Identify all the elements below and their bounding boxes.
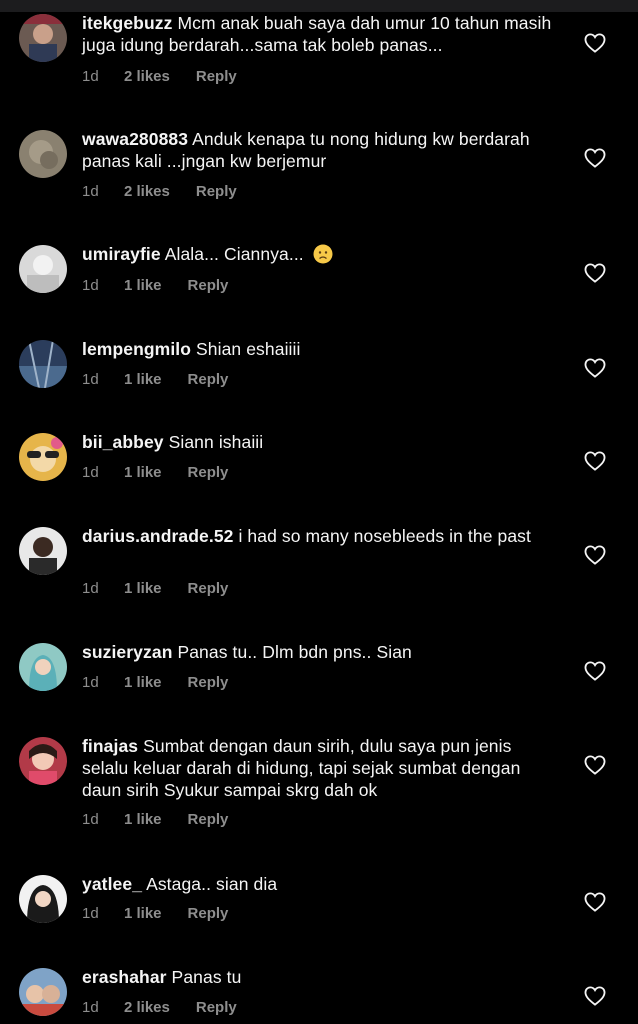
comment-time: 1d [82, 580, 99, 597]
comment-time: 1d [82, 183, 99, 200]
heart-outline-icon[interactable] [584, 755, 606, 775]
comment-likes[interactable]: 1 like [124, 674, 162, 691]
reply-button[interactable]: Reply [196, 68, 237, 85]
comment-meta: 1d 1 like Reply [82, 371, 228, 388]
comment-text: suzieryzan Panas tu.. Dlm bdn pns.. Sian [82, 641, 562, 663]
comment-username[interactable]: lempengmilo [82, 339, 191, 359]
comment-username[interactable]: finajas [82, 736, 138, 756]
comment-body: Alala... Ciannya... [164, 244, 304, 264]
comment-meta: 1d 2 likes Reply [82, 999, 237, 1016]
avatar[interactable] [19, 245, 67, 293]
comment-meta: 1d 2 likes Reply [82, 183, 237, 200]
comment-username[interactable]: suzieryzan [82, 642, 172, 662]
avatar[interactable] [19, 968, 67, 1016]
comment-meta: 1d 1 like Reply [82, 464, 228, 481]
comment-text: yatlee_ Astaga.. sian dia [82, 873, 562, 895]
comment-username[interactable]: erashahar [82, 967, 167, 987]
reply-button[interactable]: Reply [188, 811, 229, 828]
comment-likes[interactable]: 2 likes [124, 68, 170, 85]
comment-likes[interactable]: 1 like [124, 580, 162, 597]
comment-time: 1d [82, 371, 99, 388]
comment-likes[interactable]: 2 likes [124, 183, 170, 200]
heart-outline-icon[interactable] [584, 986, 606, 1006]
avatar[interactable] [19, 737, 67, 785]
avatar[interactable] [19, 130, 67, 178]
comment-time: 1d [82, 905, 99, 922]
comment-meta: 1d 1 like Reply [82, 277, 228, 294]
comment-text: wawa280883 Anduk kenapa tu nong hidung k… [82, 128, 562, 172]
avatar[interactable] [19, 527, 67, 575]
status-bar-strip [0, 0, 638, 12]
comment-meta: 1d 1 like Reply [82, 580, 228, 597]
reply-button[interactable]: Reply [188, 277, 229, 294]
comment-body: Panas tu [171, 967, 242, 987]
comment-text: finajas Sumbat dengan daun sirih, dulu s… [82, 735, 562, 801]
comment-meta: 1d 2 likes Reply [82, 68, 237, 85]
comment-meta: 1d 1 like Reply [82, 811, 228, 828]
comment-text: lempengmilo Shian eshaiiii [82, 338, 562, 360]
comment-time: 1d [82, 464, 99, 481]
avatar[interactable] [19, 433, 67, 481]
comment-likes[interactable]: 2 likes [124, 999, 170, 1016]
comment-meta: 1d 1 like Reply [82, 674, 228, 691]
comment-likes[interactable]: 1 like [124, 371, 162, 388]
reply-button[interactable]: Reply [188, 464, 229, 481]
heart-outline-icon[interactable] [584, 263, 606, 283]
comment-likes[interactable]: 1 like [124, 277, 162, 294]
comment-text: bii_abbey Siann ishaiii [82, 431, 562, 453]
reply-button[interactable]: Reply [196, 183, 237, 200]
comment-time: 1d [82, 277, 99, 294]
comment-username[interactable]: itekgebuzz [82, 13, 172, 33]
reply-button[interactable]: Reply [188, 674, 229, 691]
heart-outline-icon[interactable] [584, 661, 606, 681]
heart-outline-icon[interactable] [584, 33, 606, 53]
reply-button[interactable]: Reply [196, 999, 237, 1016]
avatar[interactable] [19, 643, 67, 691]
comment-time: 1d [82, 674, 99, 691]
comment-text: umirayfie Alala... Ciannya... [82, 243, 562, 265]
comment-username[interactable]: yatlee_ [82, 874, 142, 894]
comment-body: Shian eshaiiii [196, 339, 301, 359]
heart-outline-icon[interactable] [584, 451, 606, 471]
comment-likes[interactable]: 1 like [124, 905, 162, 922]
comment-time: 1d [82, 68, 99, 85]
comment-body: Panas tu.. Dlm bdn pns.. Sian [177, 642, 412, 662]
avatar[interactable] [19, 875, 67, 923]
comment-meta: 1d 1 like Reply [82, 905, 228, 922]
comment-username[interactable]: darius.andrade.52 [82, 526, 233, 546]
heart-outline-icon[interactable] [584, 892, 606, 912]
comment-time: 1d [82, 999, 99, 1016]
comment-body: Siann ishaiii [168, 432, 264, 452]
comment-body: i had so many nosebleeds in the past [238, 526, 531, 546]
reply-button[interactable]: Reply [188, 580, 229, 597]
comment-body: Astaga.. sian dia [146, 874, 278, 894]
comment-likes[interactable]: 1 like [124, 811, 162, 828]
comment-username[interactable]: bii_abbey [82, 432, 164, 452]
heart-outline-icon[interactable] [584, 148, 606, 168]
worried-face-emoji [313, 244, 333, 264]
reply-button[interactable]: Reply [188, 371, 229, 388]
comment-likes[interactable]: 1 like [124, 464, 162, 481]
comment-text: darius.andrade.52 i had so many noseblee… [82, 525, 562, 547]
reply-button[interactable]: Reply [188, 905, 229, 922]
comment-text: itekgebuzz Mcm anak buah saya dah umur 1… [82, 12, 562, 56]
avatar[interactable] [19, 14, 67, 62]
comment-text: erashahar Panas tu [82, 966, 562, 988]
comment-username[interactable]: umirayfie [82, 244, 161, 264]
avatar[interactable] [19, 340, 67, 388]
comment-body: Sumbat dengan daun sirih, dulu saya pun … [82, 736, 521, 800]
comment-username[interactable]: wawa280883 [82, 129, 188, 149]
heart-outline-icon[interactable] [584, 545, 606, 565]
heart-outline-icon[interactable] [584, 358, 606, 378]
comment-time: 1d [82, 811, 99, 828]
